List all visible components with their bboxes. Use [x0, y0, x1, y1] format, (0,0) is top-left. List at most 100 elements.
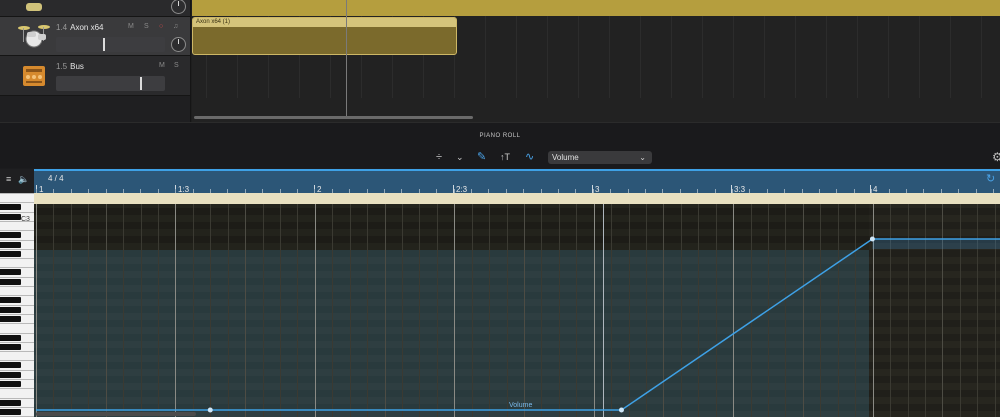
fader-cap[interactable]: [140, 77, 142, 90]
black-key[interactable]: [0, 279, 21, 285]
black-key[interactable]: [0, 232, 21, 238]
white-key-divider: [0, 212, 34, 213]
white-key-divider: [0, 202, 34, 203]
white-key-divider: [0, 193, 34, 194]
list-icon[interactable]: ≡: [6, 174, 11, 184]
black-key[interactable]: [0, 242, 21, 248]
arrange-area[interactable]: Axon x64 (1): [192, 0, 1000, 122]
grid-column: [919, 16, 920, 98]
loop-icon[interactable]: ↻: [986, 172, 995, 185]
piano-roll-toolbar: ÷ ⌄ ✎ ↑T ∿ Volume ⌄ ⚙: [0, 148, 1000, 168]
velocity-icon[interactable]: ↑T: [500, 151, 510, 164]
solo-button[interactable]: S: [144, 23, 149, 30]
grid-column: [671, 16, 672, 98]
region-partial[interactable]: [192, 0, 1000, 16]
grid-column: [733, 16, 734, 98]
piano-roll-title-bar: PIANO ROLL: [0, 122, 1000, 148]
split-icon[interactable]: ÷: [436, 151, 442, 164]
black-key[interactable]: [0, 204, 21, 210]
volume-fader[interactable]: [56, 76, 165, 91]
automation-curve-icon[interactable]: ∿: [525, 151, 534, 164]
fader-cap[interactable]: [103, 38, 105, 51]
black-key[interactable]: [0, 400, 21, 406]
piano-keyboard[interactable]: C5C4C3: [0, 193, 34, 417]
chevron-down-icon[interactable]: ⌄: [456, 151, 464, 164]
automation-point[interactable]: [207, 407, 213, 413]
black-key[interactable]: [0, 214, 21, 220]
track-header-bus[interactable]: 1.5 Bus M S: [0, 56, 191, 96]
white-key-divider: [0, 305, 34, 306]
white-key-divider: [0, 286, 34, 287]
solo-button[interactable]: S: [174, 62, 179, 69]
black-key[interactable]: [0, 362, 21, 368]
white-key-divider: [0, 267, 34, 268]
track-name: 1.4 Axon x64: [56, 23, 104, 32]
grid-column: [702, 16, 703, 98]
automation-grid[interactable]: Volume: [34, 204, 1000, 417]
instrument-icon: [18, 0, 50, 11]
black-key[interactable]: [0, 251, 21, 257]
chevron-down-icon: ⌄: [639, 153, 646, 162]
automation-point[interactable]: [618, 407, 624, 413]
automation-point[interactable]: [869, 236, 875, 242]
black-key[interactable]: [0, 316, 21, 322]
grid-column: [764, 16, 765, 98]
white-key-divider: [0, 258, 34, 259]
key-label: C3: [21, 216, 30, 223]
grid-column: [578, 16, 579, 98]
gear-icon[interactable]: ⚙: [992, 150, 1000, 164]
pan-knob[interactable]: [171, 0, 186, 14]
black-key[interactable]: [0, 335, 21, 341]
parameter-value: Volume: [552, 153, 579, 162]
black-key[interactable]: [0, 381, 21, 387]
white-key-divider: [0, 379, 34, 380]
white-key-divider: [0, 370, 34, 371]
automation-curve[interactable]: [34, 204, 1000, 417]
grid-column: [981, 16, 982, 98]
time-signature: 4 / 4: [48, 174, 64, 183]
region-title: Axon x64 (1): [193, 18, 456, 27]
white-key-divider: [0, 314, 34, 315]
volume-fader[interactable]: [56, 37, 165, 52]
tracks-area: 1.4 Axon x64 M S ○ ♫ 1.5 Bus M S Axon x64 …: [0, 0, 1000, 122]
pencil-icon[interactable]: ✎: [477, 151, 486, 164]
track-header-partial[interactable]: [0, 0, 191, 17]
record-button[interactable]: ○: [159, 23, 163, 30]
playhead[interactable]: [346, 0, 347, 118]
mute-button[interactable]: M: [159, 62, 165, 69]
midi-region[interactable]: Axon x64 (1): [192, 17, 457, 55]
input-monitor-button[interactable]: ♫: [173, 23, 178, 30]
white-key-divider: [0, 407, 34, 408]
white-key-divider: [0, 240, 34, 241]
white-key-divider: [0, 230, 34, 231]
track-name: 1.5 Bus: [56, 62, 84, 71]
white-key-divider: [0, 333, 34, 334]
speaker-icon[interactable]: 🔈: [18, 174, 29, 185]
pan-knob[interactable]: [171, 37, 186, 52]
black-key[interactable]: [0, 297, 21, 303]
drum-kit-icon: [18, 22, 50, 50]
white-key-divider: [0, 351, 34, 352]
bus-icon: [18, 62, 50, 90]
black-key[interactable]: [0, 409, 21, 415]
horizontal-scrollbar[interactable]: [194, 116, 473, 119]
black-key[interactable]: [0, 372, 21, 378]
automation-level-band: [872, 239, 1000, 249]
grid-column: [609, 16, 610, 98]
white-key-divider: [0, 277, 34, 278]
mute-button[interactable]: M: [128, 23, 134, 30]
white-key-divider: [0, 342, 34, 343]
grid-column: [888, 16, 889, 98]
bar-ruler[interactable]: 4 / 4 1 1:3 2 2:3 3 3:3 4 ↻: [34, 169, 1000, 194]
track-header-axon[interactable]: 1.4 Axon x64 M S ○ ♫: [0, 17, 191, 56]
black-key[interactable]: [0, 344, 21, 350]
automation-line[interactable]: [36, 238, 1000, 411]
black-key[interactable]: [0, 307, 21, 313]
grid-column: [640, 16, 641, 98]
track-list-empty: [0, 96, 191, 122]
grid-column: [857, 16, 858, 98]
automation-parameter-select[interactable]: Volume ⌄: [548, 151, 652, 164]
horizontal-scrollbar[interactable]: [36, 412, 196, 416]
black-key[interactable]: [0, 269, 21, 275]
automation-label: Volume: [509, 402, 533, 409]
